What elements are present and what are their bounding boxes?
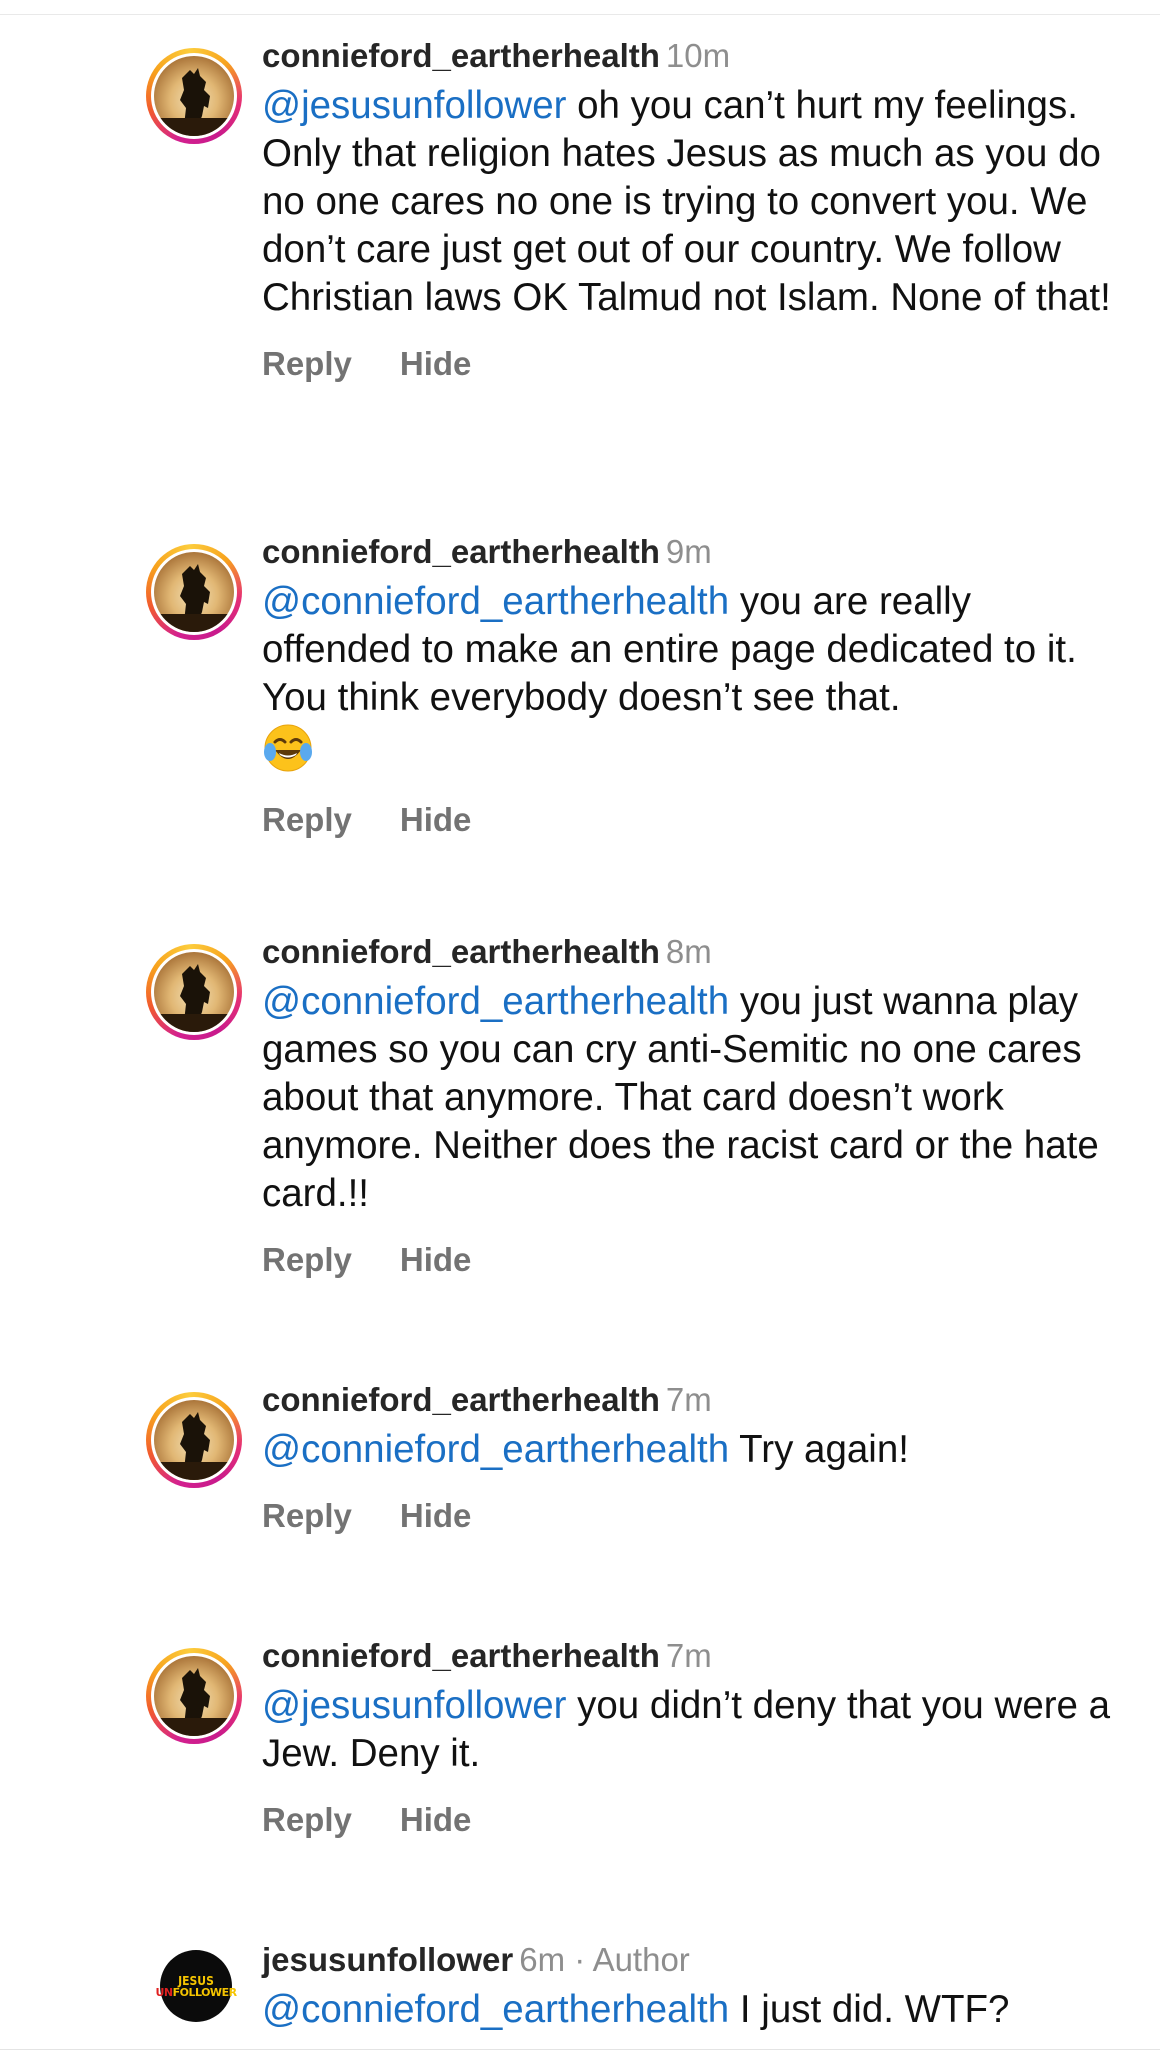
hide-button[interactable]: Hide xyxy=(400,1240,472,1280)
horse-silhouette-image xyxy=(154,56,234,136)
mention-link[interactable]: @jesusunfollower xyxy=(262,84,566,127)
avatar[interactable] xyxy=(146,944,242,1040)
reply-button[interactable]: Reply xyxy=(262,1240,352,1280)
bottom-divider xyxy=(0,2049,1160,2050)
comment-body: Try again! xyxy=(729,1428,909,1471)
mention-link[interactable]: @connieford_eartherhealth xyxy=(262,1988,729,2031)
reply-button[interactable]: Reply xyxy=(262,800,352,840)
comment-username[interactable]: connieford_eartherhealth xyxy=(262,933,660,970)
comment-username[interactable]: connieford_eartherhealth xyxy=(262,1637,660,1674)
comment-text: @connieford_eartherhealth Try again! xyxy=(262,1426,1122,1474)
avatar[interactable] xyxy=(146,1392,242,1488)
comment-timestamp: 6m · Author xyxy=(519,1941,690,1978)
horse-silhouette-image xyxy=(154,1656,234,1736)
comment-timestamp: 10m xyxy=(665,37,731,74)
avatar[interactable] xyxy=(146,1648,242,1744)
comment-username[interactable]: connieford_eartherhealth xyxy=(262,533,660,570)
comment-body: I just did. WTF? xyxy=(729,1988,1010,2031)
comment-text: @jesusunfollower you didn’t deny that yo… xyxy=(262,1682,1122,1778)
comment-timestamp: 7m xyxy=(665,1637,712,1674)
comment-timestamp: 7m xyxy=(665,1381,712,1418)
horse-silhouette-image xyxy=(154,1400,234,1480)
face-with-tears-of-joy-icon xyxy=(264,724,312,772)
comment-username[interactable]: connieford_eartherhealth xyxy=(262,1381,660,1418)
avatar[interactable] xyxy=(146,48,242,144)
comment-actions: Reply Hide xyxy=(262,1496,1122,1536)
avatar-logo-text: UNFOLLOWER xyxy=(155,1985,237,1999)
comment-actions: Reply Hide xyxy=(262,1240,1122,1280)
avatar[interactable]: JESUS UNFOLLOWER xyxy=(155,1950,237,2022)
comment-actions: Reply Hide xyxy=(262,344,1122,384)
comment-text: @connieford_eartherhealth you just wanna… xyxy=(262,978,1122,1218)
mention-link[interactable]: @connieford_eartherhealth xyxy=(262,580,729,623)
horse-silhouette-image xyxy=(154,952,234,1032)
hide-button[interactable]: Hide xyxy=(400,1800,472,1840)
comment-timestamp: 9m xyxy=(665,533,712,570)
top-divider xyxy=(0,14,1160,15)
comment-text: @connieford_eartherhealth I just did. WT… xyxy=(262,1986,1122,2034)
horse-silhouette-image xyxy=(154,552,234,632)
reply-button[interactable]: Reply xyxy=(262,1800,352,1840)
reply-button[interactable]: Reply xyxy=(262,344,352,384)
comment-text: @jesusunfollower oh you can’t hurt my fe… xyxy=(262,82,1122,322)
comment-username[interactable]: jesusunfollower xyxy=(262,1941,513,1978)
comment-username[interactable]: connieford_eartherhealth xyxy=(262,37,660,74)
comment-actions: Reply Hide xyxy=(262,1800,1122,1840)
hide-button[interactable]: Hide xyxy=(400,344,472,384)
mention-link[interactable]: @connieford_eartherhealth xyxy=(262,1428,729,1471)
reply-button[interactable]: Reply xyxy=(262,1496,352,1536)
comment-actions: Reply Hide xyxy=(262,800,1122,840)
comment-timestamp: 8m xyxy=(665,933,712,970)
mention-link[interactable]: @connieford_eartherhealth xyxy=(262,980,729,1023)
mention-link[interactable]: @jesusunfollower xyxy=(262,1684,566,1727)
comment-text: @connieford_eartherhealth you are really… xyxy=(262,578,1122,778)
hide-button[interactable]: Hide xyxy=(400,1496,472,1536)
avatar[interactable] xyxy=(146,544,242,640)
hide-button[interactable]: Hide xyxy=(400,800,472,840)
